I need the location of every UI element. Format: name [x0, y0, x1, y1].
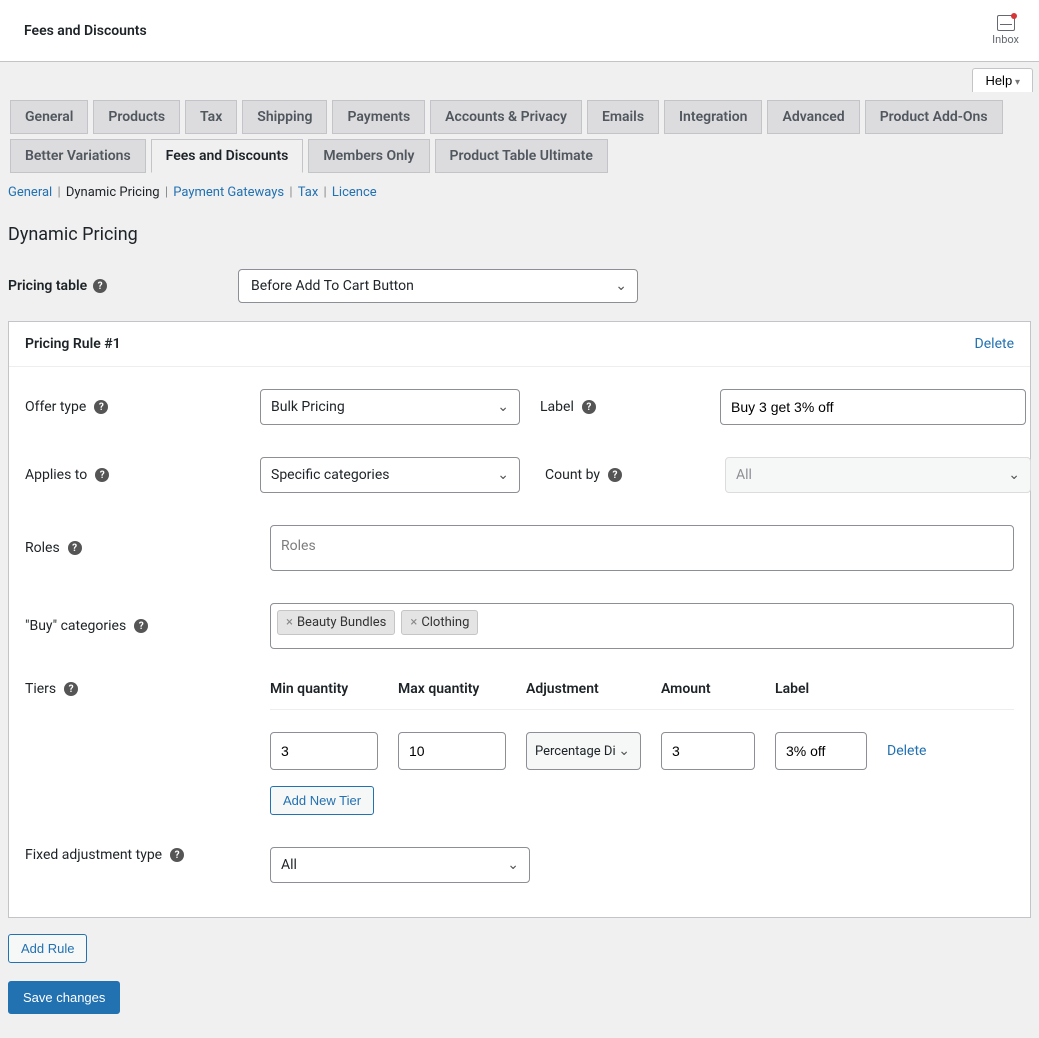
help-icon[interactable]: ? [95, 468, 109, 482]
fixed-adjustment-select[interactable]: All ⌄ [270, 847, 530, 883]
tab-better-variations[interactable]: Better Variations [10, 139, 146, 173]
help-icon[interactable]: ? [608, 468, 622, 482]
offer-type-select[interactable]: Bulk Pricing ⌄ [260, 389, 520, 425]
tier-adjustment-select[interactable]: Percentage Di⌄ [526, 732, 641, 770]
add-rule-button[interactable]: Add Rule [8, 934, 87, 963]
tab-shipping[interactable]: Shipping [242, 100, 327, 134]
tier-label-input[interactable] [775, 732, 867, 770]
label-label: Label [540, 399, 574, 415]
tier-row: Percentage Di⌄ Delete [270, 732, 1014, 770]
tab-members-only[interactable]: Members Only [308, 139, 429, 173]
tier-header-adj: Adjustment [526, 681, 641, 697]
subtab-payment-gateways[interactable]: Payment Gateways [173, 185, 284, 200]
count-by-label: Count by [545, 467, 600, 483]
help-icon[interactable]: ? [93, 279, 107, 293]
category-tag: × Beauty Bundles [277, 610, 395, 635]
help-icon[interactable]: ? [94, 400, 108, 414]
save-button[interactable]: Save changes [8, 981, 120, 1014]
delete-tier-link[interactable]: Delete [887, 743, 937, 759]
tier-min-input[interactable] [270, 732, 378, 770]
remove-tag-icon[interactable]: × [410, 615, 417, 630]
buy-categories-label: "Buy" categories [25, 618, 126, 634]
buy-categories-input[interactable]: × Beauty Bundles× Clothing [270, 603, 1014, 649]
inbox-icon [997, 15, 1015, 31]
subtab-licence[interactable]: Licence [332, 185, 377, 200]
tab-payments[interactable]: Payments [332, 100, 425, 134]
chevron-down-icon: ⌄ [1008, 467, 1020, 483]
chevron-down-icon: ⌄ [618, 743, 630, 759]
roles-input[interactable]: Roles [270, 525, 1014, 571]
chevron-down-icon: ⌄ [615, 278, 627, 294]
label-input[interactable] [720, 389, 1026, 425]
applies-to-select[interactable]: Specific categories ⌄ [260, 457, 520, 493]
chevron-down-icon: ⌄ [497, 399, 509, 415]
chevron-down-icon: ⌄ [507, 857, 519, 873]
section-title: Dynamic Pricing [0, 200, 1039, 261]
help-icon[interactable]: ? [582, 400, 596, 414]
pricing-table-label: Pricing table [8, 278, 87, 294]
tab-product-table-ultimate[interactable]: Product Table Ultimate [435, 139, 608, 173]
fixed-adjustment-label: Fixed adjustment type [25, 847, 162, 863]
chevron-down-icon: ⌄ [497, 467, 509, 483]
tier-header-max: Max quantity [398, 681, 506, 697]
offer-type-label: Offer type [25, 399, 86, 415]
tier-amount-input[interactable] [661, 732, 755, 770]
tab-product-add-ons[interactable]: Product Add-Ons [865, 100, 1003, 134]
tiers-label: Tiers [25, 681, 56, 697]
help-toggle[interactable]: Help [972, 68, 1033, 92]
tab-integration[interactable]: Integration [664, 100, 762, 134]
help-icon[interactable]: ? [134, 619, 148, 633]
subtab-general[interactable]: General [8, 185, 52, 200]
count-by-select: All ⌄ [725, 457, 1031, 493]
tab-advanced[interactable]: Advanced [767, 100, 859, 134]
tab-fees-and-discounts[interactable]: Fees and Discounts [151, 139, 304, 173]
inbox-button[interactable]: Inbox [992, 15, 1019, 46]
remove-tag-icon[interactable]: × [286, 615, 293, 630]
tab-products[interactable]: Products [93, 100, 180, 134]
tier-header-amt: Amount [661, 681, 755, 697]
subtab-tax[interactable]: Tax [298, 185, 319, 200]
add-tier-button[interactable]: Add New Tier [270, 786, 374, 815]
page-title: Fees and Discounts [24, 23, 147, 39]
tier-header-label: Label [775, 681, 867, 697]
help-icon[interactable]: ? [64, 682, 78, 696]
tab-emails[interactable]: Emails [587, 100, 659, 134]
tab-accounts-privacy[interactable]: Accounts & Privacy [430, 100, 582, 134]
help-icon[interactable]: ? [68, 541, 82, 555]
tab-tax[interactable]: Tax [185, 100, 237, 134]
category-tag: × Clothing [401, 610, 478, 635]
inbox-label: Inbox [992, 33, 1019, 46]
delete-rule-link[interactable]: Delete [975, 336, 1014, 352]
rule-title: Pricing Rule #1 [25, 336, 121, 352]
tab-general[interactable]: General [10, 100, 88, 134]
applies-to-label: Applies to [25, 467, 87, 483]
subtab-dynamic-pricing: Dynamic Pricing [66, 185, 160, 200]
roles-label: Roles [25, 540, 60, 556]
tier-max-input[interactable] [398, 732, 506, 770]
pricing-table-select[interactable]: Before Add To Cart Button ⌄ [238, 269, 638, 303]
help-icon[interactable]: ? [170, 848, 184, 862]
tier-header-min: Min quantity [270, 681, 378, 697]
